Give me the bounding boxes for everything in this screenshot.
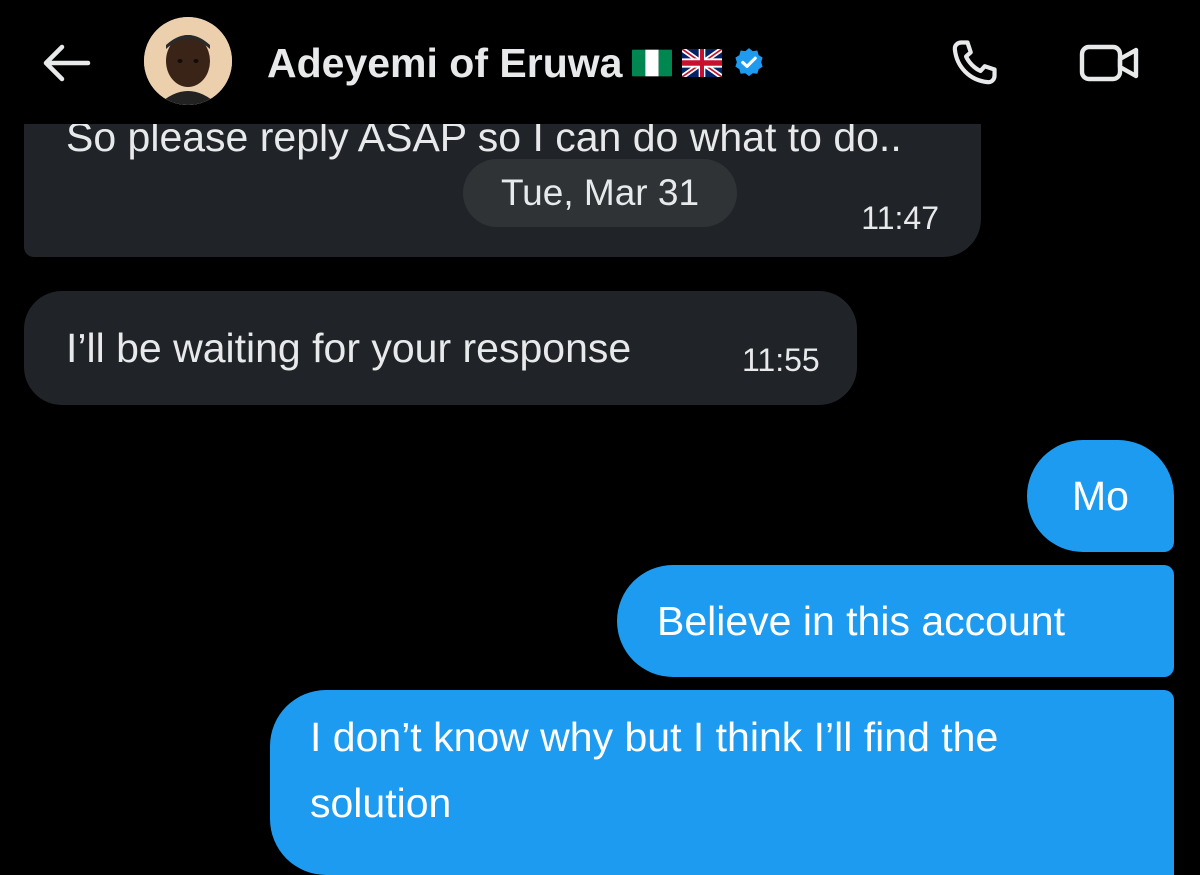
message-outgoing[interactable]: Mo [1027,440,1174,552]
message-text: Mo [1072,473,1129,519]
message-outgoing[interactable]: Believe in this account [617,565,1174,677]
message-incoming[interactable]: I’ll be waiting for your response 11:55 [24,291,857,405]
message-timestamp: 11:55 [742,342,820,378]
video-call-button[interactable] [1075,34,1145,92]
avatar-image [144,17,232,105]
date-separator: Tue, Mar 31 [463,159,737,227]
nigeria-flag-icon [632,49,673,77]
uk-flag-icon [682,49,723,77]
message-timestamp: 11:47 [861,200,939,236]
message-text: I’ll be waiting for your response [66,325,632,371]
call-button[interactable] [942,34,1006,92]
phone-icon [952,40,997,85]
message-text: I don’t know why but I think I’ll find t… [310,714,999,826]
back-button[interactable] [38,38,94,88]
contact-title[interactable]: Adeyemi of Eruwa [267,38,766,88]
message-text: Believe in this account [657,598,1065,644]
avatar[interactable] [144,17,232,105]
contact-name: Adeyemi of Eruwa [267,39,623,86]
verified-badge-icon [732,46,766,80]
arrow-left-icon [43,44,91,82]
conversation-header: Adeyemi of Eruwa [0,0,1200,124]
message-outgoing[interactable]: I don’t know why but I think I’ll find t… [270,690,1174,875]
video-camera-icon [1079,44,1139,82]
